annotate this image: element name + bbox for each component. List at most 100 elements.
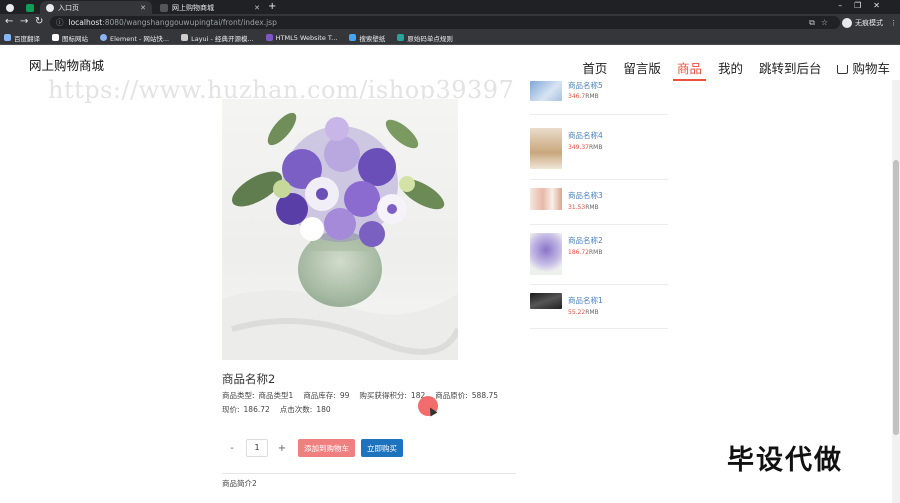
bookmark-label: HTML5 Website T... (275, 33, 338, 42)
bookmark-icon (349, 34, 357, 41)
bookmark-label: 图标网站 (62, 34, 88, 43)
product-meta-line2: 现价: 186.72 点击次数: 180 (222, 404, 331, 415)
incognito-icon (842, 17, 852, 28)
related-thumb (530, 293, 562, 309)
meta-original-price: 商品原价: 588.75 (435, 391, 499, 400)
bookmark-item[interactable]: 图标网站 (52, 33, 88, 43)
cart-icon (837, 65, 849, 74)
qty-plus-button[interactable]: + (272, 438, 292, 458)
info-icon: ⓘ (56, 18, 64, 27)
meta-current-price: 现价: 186.72 (222, 405, 270, 414)
related-thumb (530, 128, 562, 169)
bookmarks-bar: 百度翻译 图标网站 Element - 网站快... Layui - 经典开源模… (0, 31, 900, 45)
tab-pinned-2[interactable] (20, 1, 40, 14)
related-price: 31.53RMB (568, 204, 599, 211)
bookmark-icon (52, 34, 59, 41)
url-input[interactable]: ⓘ localhost:8080/wangshanggouwupingtai/f… (50, 16, 840, 29)
product-description: 商品简介2 (222, 479, 257, 488)
bookmark-item[interactable]: 原始码单点规则 (397, 33, 453, 43)
meta-type: 商品类型: 商品类型1 (222, 391, 294, 400)
profile-label: 无痕模式 (855, 18, 883, 27)
product-image (222, 99, 458, 360)
new-tab-icon[interactable]: + (268, 1, 276, 12)
related-price: 349.37RMB (568, 144, 603, 151)
globe-icon (46, 3, 54, 12)
incognito-indicator[interactable]: 无痕模式 ⋮ (842, 16, 897, 29)
back-icon[interactable]: ← (5, 16, 13, 27)
nav-cart[interactable]: 购物车 (837, 58, 890, 79)
related-thumb (530, 188, 562, 210)
buy-now-button[interactable]: 立即购买 (361, 439, 403, 457)
related-item[interactable]: 商品名称5 346.7RMB (530, 81, 668, 115)
meta-stock: 商品库存: 99 (303, 391, 350, 400)
close-icon[interactable]: ✕ (140, 4, 146, 12)
related-item[interactable]: 商品名称4 349.37RMB (530, 119, 668, 180)
nav-cart-label: 购物车 (852, 61, 890, 76)
meta-clicks: 点击次数: 180 (279, 405, 331, 414)
bookmark-label: Element - 网站快... (110, 34, 170, 43)
bookmark-label: 百度翻译 (14, 34, 40, 43)
scrollbar-thumb[interactable] (893, 160, 899, 435)
bookmark-icon (4, 34, 11, 41)
related-price: 55.22RMB (568, 309, 599, 316)
bookmark-item[interactable]: Layui - 经典开源模... (181, 33, 254, 43)
nav-messages[interactable]: 留言版 (623, 58, 661, 79)
related-item[interactable]: 商品名称1 55.22RMB (530, 285, 668, 329)
tab-entry-page[interactable]: 入口页 ✕ (40, 1, 152, 14)
related-name[interactable]: 商品名称3 (568, 190, 603, 201)
translate-star-icons[interactable]: ⧉☆ (809, 18, 834, 28)
bookmark-label: Layui - 经典开源模... (191, 34, 254, 43)
related-name[interactable]: 商品名称5 (568, 80, 603, 91)
related-name[interactable]: 商品名称4 (568, 130, 603, 141)
bookmark-item[interactable]: 搜索壁纸 (349, 33, 385, 43)
close-icon[interactable]: ✕ (254, 4, 260, 12)
bookmark-item[interactable]: Element - 网站快... (100, 33, 169, 43)
window-controls[interactable]: –❐✕ (838, 1, 892, 10)
related-name[interactable]: 商品名称2 (568, 235, 603, 246)
reload-icon[interactable]: ↻ (35, 16, 43, 27)
bookmark-label: 搜索壁纸 (359, 34, 386, 43)
bookmark-icon (181, 34, 189, 41)
tab-pinned-1[interactable] (0, 1, 20, 14)
meta-points: 购买获得积分: 182 (359, 391, 426, 400)
bookmark-icon (397, 34, 405, 41)
nav-mine[interactable]: 我的 (718, 58, 743, 79)
related-thumb (530, 81, 562, 101)
forward-icon[interactable]: → (20, 16, 28, 27)
quantity-input[interactable]: 1 (246, 439, 268, 457)
nav-home[interactable]: 首页 (582, 58, 607, 79)
related-item[interactable]: 商品名称2 186.72RMB (530, 225, 668, 285)
nav-products[interactable]: 商品 (672, 58, 706, 81)
product-name: 商品名称2 (222, 372, 276, 386)
divider (222, 473, 516, 474)
bookmark-item[interactable]: 百度翻译 (4, 33, 40, 43)
address-bar-row: ← → ↻ ⓘ localhost:8080/wangshanggouwupin… (0, 14, 900, 31)
page-icon (160, 3, 168, 12)
url-host: localhost (68, 18, 103, 27)
bookmark-icon (100, 34, 107, 41)
related-price: 346.7RMB (568, 93, 599, 100)
tab-shop[interactable]: 网上购物商城 ✕ (154, 1, 266, 14)
tab-label: 入口页 (58, 3, 79, 12)
main-nav: 首页 留言版 商品 我的 跳转到后台 购物车 (582, 58, 890, 81)
add-to-cart-button[interactable]: 添加到购物车 (298, 439, 355, 457)
browser-tab-bar: 入口页 ✕ 网上购物商城 ✕ + –❐✕ (0, 0, 900, 14)
flower-bouquet-image (222, 112, 458, 360)
related-thumb (530, 233, 562, 275)
tab-favicon-icon (6, 3, 14, 12)
quantity-row: - 1 + 添加到购物车 立即购买 (222, 437, 403, 459)
nav-admin[interactable]: 跳转到后台 (759, 58, 822, 79)
bookmark-label: 原始码单点规则 (407, 34, 453, 43)
product-meta-line1: 商品类型: 商品类型1 商品库存: 99 购买获得积分: 182 商品原价: 588.7… (222, 390, 498, 401)
related-name[interactable]: 商品名称1 (568, 295, 603, 306)
qty-minus-button[interactable]: - (222, 438, 242, 458)
menu-icon[interactable]: ⋮ (890, 19, 897, 27)
tab-favicon-icon (26, 3, 34, 12)
related-price: 186.72RMB (568, 249, 603, 256)
promo-overlay-text: 毕设代做 (727, 445, 843, 476)
related-item[interactable]: 商品名称3 31.53RMB (530, 180, 668, 225)
bookmark-item[interactable]: HTML5 Website T... (265, 33, 338, 42)
url-path: :8080/wangshanggouwupingtai/front/index.… (102, 18, 277, 27)
site-title: 网上购物商城 (29, 58, 105, 73)
bookmark-icon (265, 34, 273, 41)
